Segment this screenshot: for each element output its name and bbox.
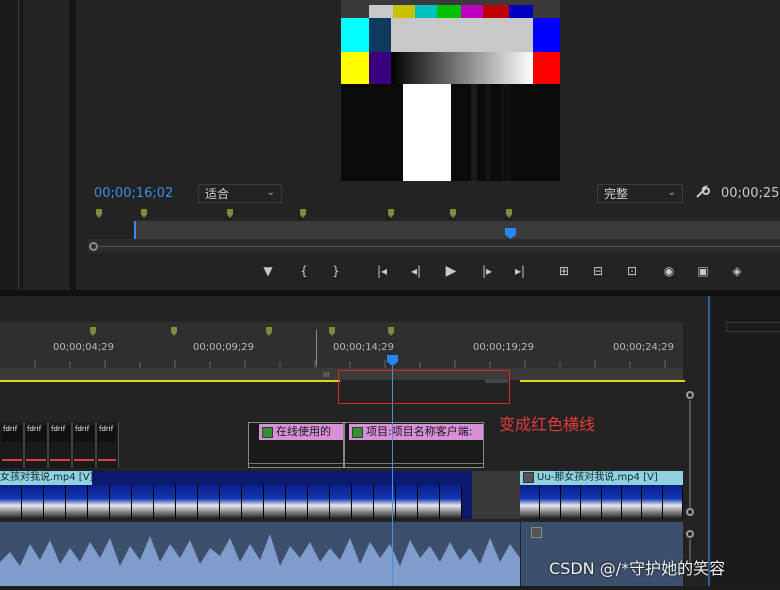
zoom-level-value: 适合 — [205, 187, 230, 201]
mark-in-button[interactable]: { — [293, 262, 315, 280]
title-clip-body — [345, 441, 483, 464]
video-clip-label: Uu-那女孩对我说.mp4 [V] — [537, 472, 658, 483]
fx-badge-icon — [531, 527, 542, 538]
mark-out-button[interactable]: } — [325, 262, 347, 280]
clip-boundary — [520, 522, 521, 586]
render-status-line — [0, 380, 340, 382]
video-clip-label: 女孩对我说.mp4 [V] — [0, 472, 92, 483]
vr-video-button[interactable]: ◈ — [726, 262, 748, 280]
wrench-settings-icon[interactable] — [694, 184, 710, 200]
video-clip-header: 女孩对我说.mp4 [V] — [0, 471, 92, 485]
graphic-clip-label: fdrif — [27, 425, 42, 433]
comparison-view-button[interactable]: ⊡ — [621, 262, 643, 280]
video-clip[interactable]: Uu-那女孩对我说.mp4 [V] — [520, 471, 683, 519]
ruler-label: 00;00;09;29 — [193, 342, 255, 353]
graphic-clip-label: fdrif — [75, 425, 90, 433]
current-timecode[interactable]: 00;00;16;02 — [94, 186, 173, 201]
vertical-scroll-handle[interactable] — [686, 391, 694, 399]
annotation-label: 变成红色横线 — [499, 415, 596, 434]
monitor-time-ruler[interactable] — [134, 221, 780, 239]
title-clip-body — [249, 441, 343, 464]
fx-badge-icon — [523, 471, 534, 483]
title-clip-header: 在线使用的 — [259, 424, 343, 440]
annotation-highlight-box — [338, 370, 510, 404]
vertical-scroll-handle[interactable] — [686, 530, 694, 538]
ruler-label: 00;00;19;29 — [473, 342, 535, 353]
ruler-ticks — [34, 360, 666, 368]
add-marker-button[interactable]: ▼ — [257, 262, 279, 280]
export-frame-button[interactable]: ◉ — [658, 262, 680, 280]
title-clip[interactable]: 在线使用的 — [248, 422, 344, 468]
in-point-indicator — [134, 221, 136, 239]
step-forward-button[interactable]: |▸ — [476, 262, 498, 280]
color-bars-image — [341, 0, 560, 181]
chevron-down-icon: ⌄ — [667, 187, 676, 198]
audio-meter-panel — [712, 296, 780, 586]
timeline-focus-border — [708, 296, 710, 586]
fx-badge-icon — [352, 426, 363, 438]
work-area-grip[interactable]: III — [323, 371, 329, 379]
title-clip-label: 项目:项目名称客户端: — [366, 425, 473, 438]
watermark: CSDN @/*守护她的笑容 — [549, 559, 726, 578]
play-button[interactable]: ▶ — [440, 262, 462, 280]
program-video-frame — [341, 0, 560, 181]
title-clip-label: 在线使用的 — [276, 425, 331, 438]
vertical-scroll-handle[interactable] — [686, 508, 694, 516]
resolution-value: 完整 — [604, 187, 629, 201]
video-clip-header: Uu-那女孩对我说.mp4 [V] — [520, 471, 683, 485]
go-to-in-button[interactable]: |◂ — [371, 262, 393, 280]
ruler-label: 00;00;14;29 — [333, 342, 395, 353]
video-clip[interactable]: 女孩对我说.mp4 [V] — [0, 471, 472, 519]
title-clip[interactable]: 项目:项目名称客户端: — [344, 422, 484, 468]
graphic-clip-label: fdrif — [99, 425, 114, 433]
vertical-scroll-track[interactable] — [689, 400, 691, 510]
duration-timecode: 00;00;25; — [721, 186, 780, 201]
step-back-button[interactable]: ◂| — [405, 262, 427, 280]
panel-tab-outline — [726, 322, 780, 332]
ruler-label: 00;00;04;29 — [53, 342, 115, 353]
graphic-clip-label: fdrif — [3, 425, 18, 433]
lift-button[interactable]: ⊞ — [553, 262, 575, 280]
title-clip-header: 项目:项目名称客户端: — [349, 424, 483, 440]
ruler-major-tick — [316, 330, 317, 366]
playback-resolution-select[interactable]: 完整 ⌄ — [597, 184, 683, 203]
scroll-track-line — [97, 246, 780, 247]
left-panel-edge — [0, 0, 23, 290]
zoom-level-select[interactable]: 适合 ⌄ — [198, 184, 282, 203]
extract-button[interactable]: ⊟ — [587, 262, 609, 280]
ruler-label: 00;00;24;29 — [613, 342, 675, 353]
video-clip-thumbnails — [520, 485, 683, 519]
graphic-clip-label: fdrif — [51, 425, 66, 433]
video-clip-thumbnails — [0, 485, 472, 519]
fx-badge-icon — [262, 426, 273, 438]
button-editor-button[interactable]: ▣ — [692, 262, 714, 280]
chevron-down-icon: ⌄ — [266, 187, 275, 198]
timeline-gap[interactable] — [472, 471, 520, 519]
render-status-line — [520, 380, 685, 382]
go-to-out-button[interactable]: ▸| — [509, 262, 531, 280]
